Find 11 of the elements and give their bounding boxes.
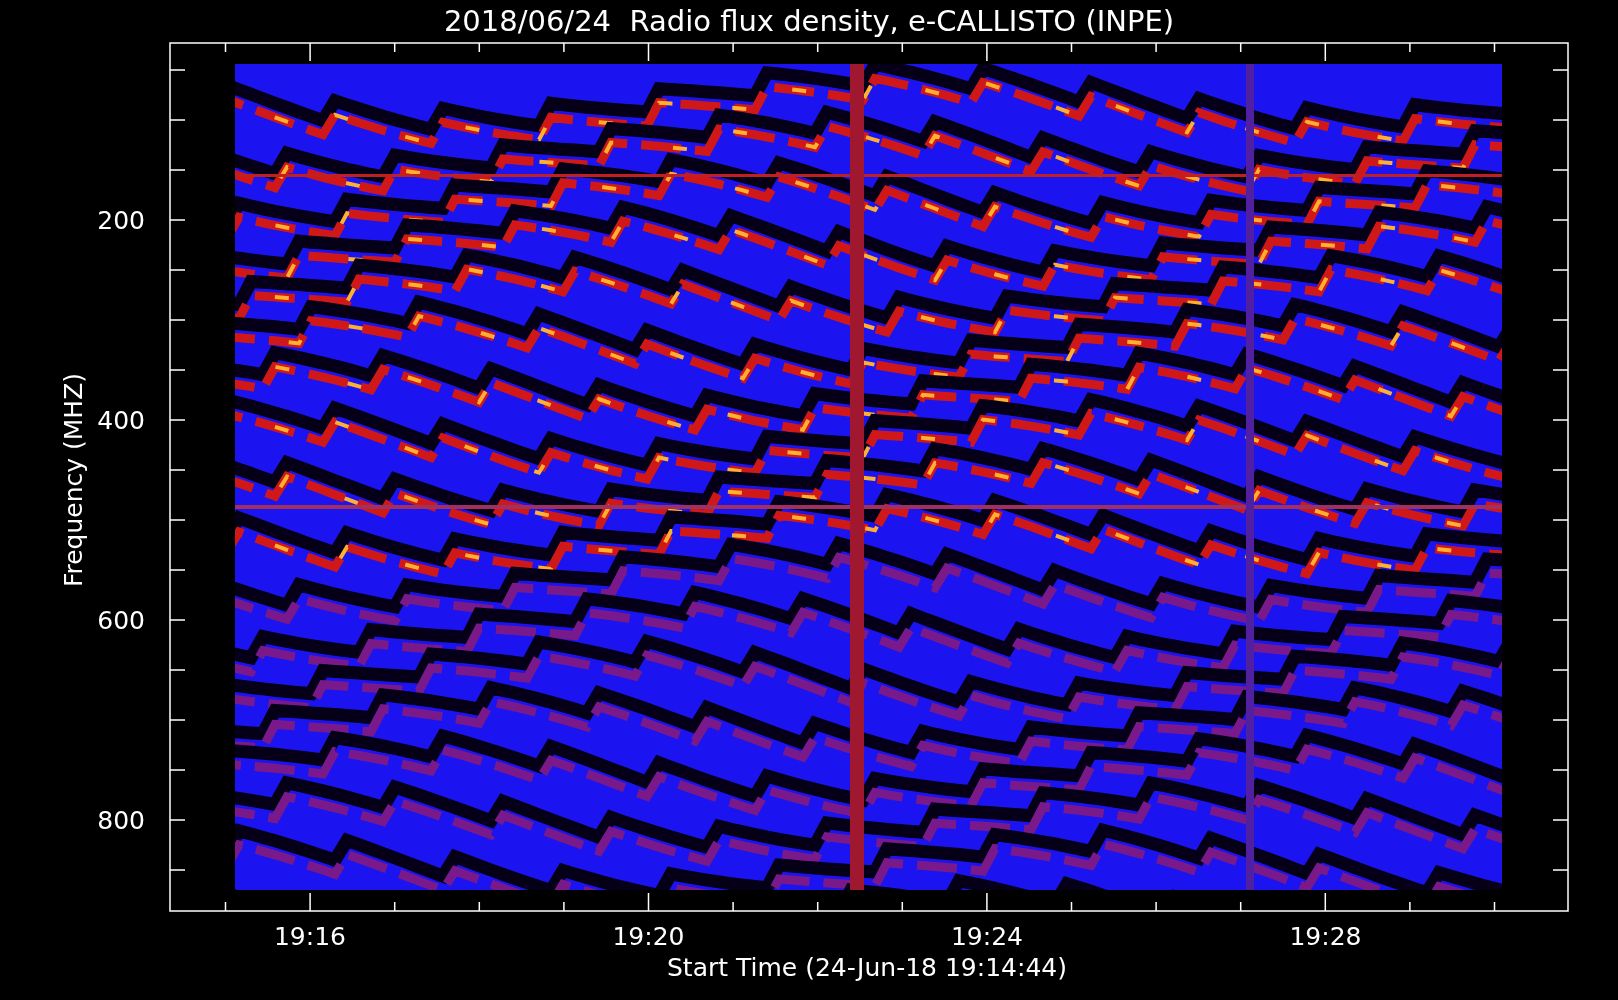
- x-tick-label: 19:24: [951, 922, 1023, 951]
- x-tick-label: 19:16: [274, 922, 346, 951]
- x-axis-label: Start Time (24-Jun-18 19:14:44): [667, 953, 1067, 982]
- chart-title: 2018/06/24 Radio flux density, e-CALLISTO (INPE): [443, 4, 1175, 38]
- y-tick-label: 800: [97, 806, 145, 835]
- y-axis-label: Frequency (MHZ): [59, 372, 88, 588]
- x-tick-label: 19:20: [612, 922, 685, 951]
- y-tick-label: 400: [97, 406, 145, 435]
- x-tick-label: 19:28: [1289, 922, 1362, 951]
- y-tick-label: 600: [97, 606, 145, 635]
- y-tick-label: 200: [97, 206, 145, 235]
